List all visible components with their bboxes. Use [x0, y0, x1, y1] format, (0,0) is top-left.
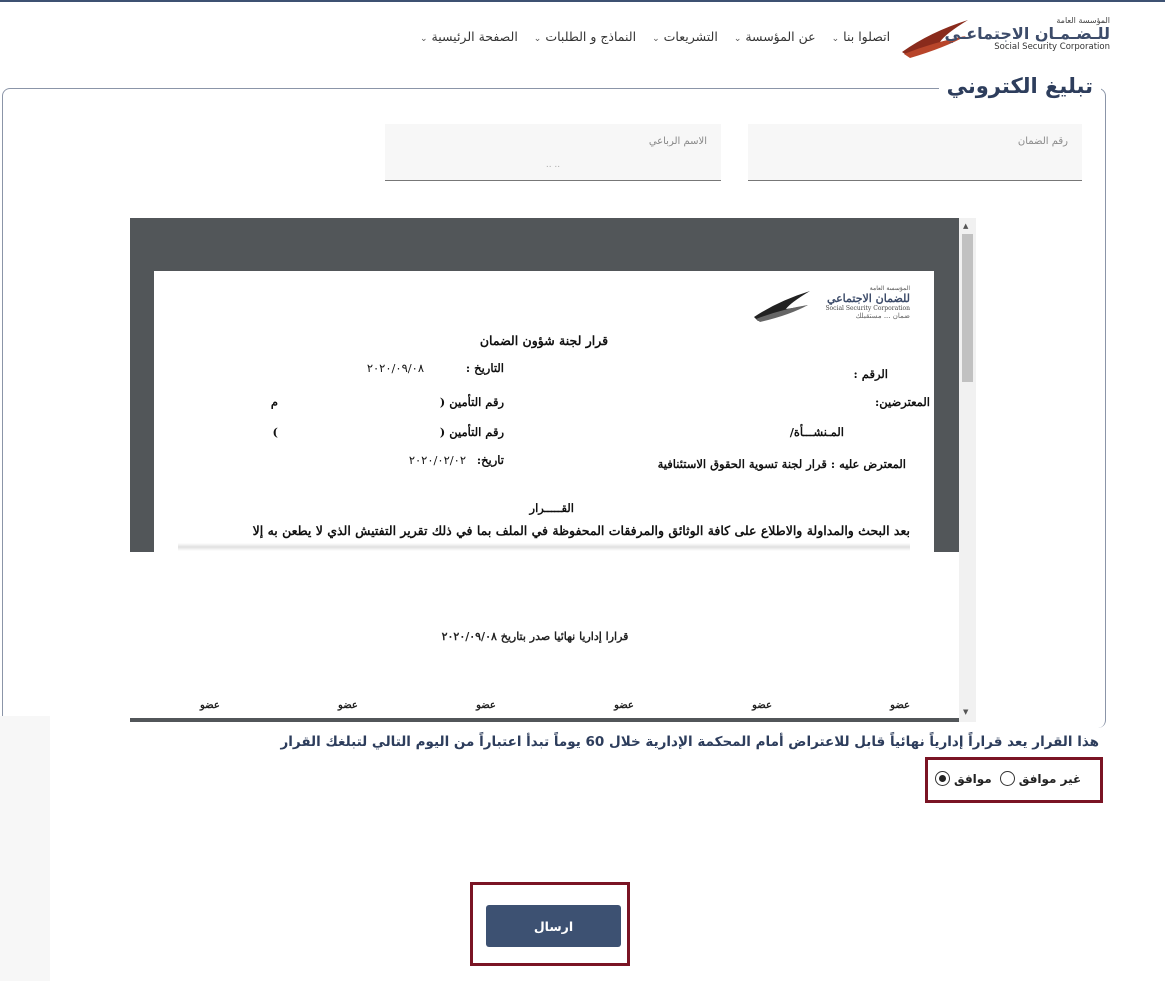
insurance-suffix-1: م	[270, 395, 278, 409]
member-label: عضو	[200, 700, 220, 711]
insurance-number-label-2: رقم التأمين (	[439, 425, 504, 439]
member-label: عضو	[752, 700, 772, 711]
document-logo-bird-icon	[754, 291, 810, 322]
nav-item-forms[interactable]: النماذج و الطلبات⌄	[534, 29, 636, 44]
chevron-down-icon: ⌄	[831, 34, 840, 44]
document-logo-line-2: للضمان الاجتماعي	[826, 292, 910, 305]
guarantee-number-field[interactable]: رقم الضمان	[748, 124, 1082, 181]
faded-text-line	[178, 543, 910, 551]
chevron-down-icon: ⌄	[420, 34, 428, 44]
nav-item-label: عن المؤسسة	[745, 29, 816, 44]
full-name-value: .. ..	[545, 160, 561, 170]
disagree-label: غير موافق	[1018, 771, 1082, 786]
site-header: المؤسسة العامة للـضـمـان الاجتماعـي Soci…	[0, 2, 1165, 70]
document-logo-line-1: المؤسسة العامة	[869, 285, 910, 292]
scroll-down-icon[interactable]: ▼	[963, 708, 968, 716]
document-logo-line-3: Social Security Corporation	[825, 305, 910, 312]
agree-radio[interactable]	[935, 771, 950, 786]
establishment-label: المـنشـــأة/	[789, 425, 844, 439]
nav-item-label: الصفحة الرئيسية	[431, 29, 518, 44]
main-nav: الصفحة الرئيسية⌄ النماذج و الطلبات⌄ التش…	[420, 29, 900, 44]
nav-item-label: اتصلوا بنا	[843, 29, 891, 44]
nav-item-contact[interactable]: اتصلوا بنا⌄	[832, 29, 890, 44]
nav-item-label: النماذج و الطلبات	[545, 29, 637, 44]
disagree-option[interactable]: غير موافق	[999, 771, 1082, 786]
document-number-label: الرقم :	[853, 367, 888, 381]
scroll-up-icon[interactable]: ▲	[963, 222, 968, 230]
nav-item-label: التشريعات	[663, 29, 718, 44]
nav-item-home[interactable]: الصفحة الرئيسية⌄	[420, 29, 518, 44]
final-decision-text: قرارا إداريا نهائيا صدر بتاريخ ٢٠٢٠/٠٩/٠…	[441, 630, 629, 643]
document-logo-line-4: ضمان ... مستقبلك	[855, 312, 910, 320]
chevron-down-icon: ⌄	[533, 34, 542, 44]
guarantee-number-label: رقم الضمان	[1017, 136, 1068, 147]
document-date2-label: تاريخ:	[476, 453, 504, 467]
viewer-scrollbar-lower[interactable]: ▼	[959, 552, 976, 722]
agree-option[interactable]: موافق	[935, 771, 992, 786]
document-title: قرار لجنة شؤون الضمان	[479, 333, 609, 348]
logo-line-2: للـضـمـان الاجتماعـي	[944, 24, 1110, 43]
page-title: تبليغ الكتروني	[938, 74, 1101, 98]
site-logo[interactable]: المؤسسة العامة للـضـمـان الاجتماعـي Soci…	[945, 16, 1110, 52]
member-label: عضو	[890, 700, 910, 711]
viewer-bottom-edge	[130, 718, 976, 722]
insurance-suffix-2: )	[272, 425, 278, 439]
page-right-margin	[1106, 552, 1165, 981]
full-name-label: الاسم الرباعي	[648, 136, 707, 147]
document-logo: المؤسسة العامة للضمان الاجتماعي Social S…	[825, 285, 910, 320]
chevron-down-icon: ⌄	[733, 34, 742, 44]
member-label: عضو	[338, 700, 358, 711]
document-date-value: ٢٠٢٠/٠٩/٠٨	[366, 361, 424, 375]
chevron-down-icon: ⌄	[652, 34, 660, 44]
logo-line-3: Social Security Corporation	[994, 42, 1110, 52]
document-date-label: التاريخ :	[465, 361, 504, 375]
member-label: عضو	[476, 700, 496, 711]
insurance-number-label-1: رقم التأمين (	[439, 395, 504, 409]
committee-members-row: عضو عضو عضو عضو عضو عضو	[200, 700, 910, 711]
agree-label: موافق	[954, 771, 992, 786]
appeal-notice: هذا القرار يعد قراراً إدارياً نهائياً قا…	[280, 734, 1099, 750]
submit-button[interactable]: ارسال	[486, 905, 621, 947]
decision-body-text: بعد البحث والمداولة والاطلاع على كافة ال…	[252, 523, 910, 538]
objectors-label: المعترضين:	[875, 395, 930, 409]
objected-to-text: المعترض عليه : قرار لجنة تسوية الحقوق ال…	[657, 457, 906, 471]
nav-item-about[interactable]: عن المؤسسة⌄	[734, 29, 816, 44]
left-grey-strip	[0, 716, 50, 981]
full-name-field[interactable]: الاسم الرباعي .. ..	[385, 124, 721, 181]
scrollbar-thumb[interactable]	[962, 234, 973, 382]
document-date2-value: ٢٠٢٠/٠٢/٠٢	[408, 453, 466, 467]
disagree-radio[interactable]	[999, 771, 1015, 786]
consent-radio-group: موافق غير موافق	[935, 771, 1097, 786]
decision-heading: القـــــرار	[529, 501, 574, 515]
member-label: عضو	[614, 700, 634, 711]
nav-item-legislation[interactable]: التشريعات⌄	[652, 29, 718, 44]
